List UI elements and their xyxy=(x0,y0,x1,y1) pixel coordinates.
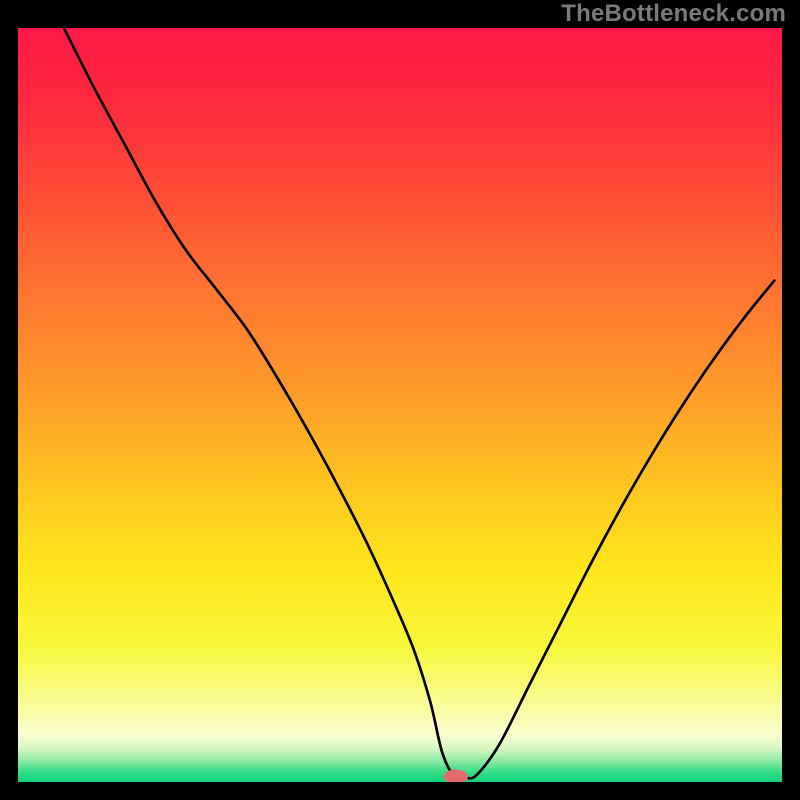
plot-area xyxy=(18,28,782,782)
watermark-label: TheBottleneck.com xyxy=(561,0,786,28)
chart-frame: TheBottleneck.com xyxy=(0,0,800,800)
bottleneck-chart xyxy=(18,28,782,782)
gradient-background xyxy=(18,28,782,782)
